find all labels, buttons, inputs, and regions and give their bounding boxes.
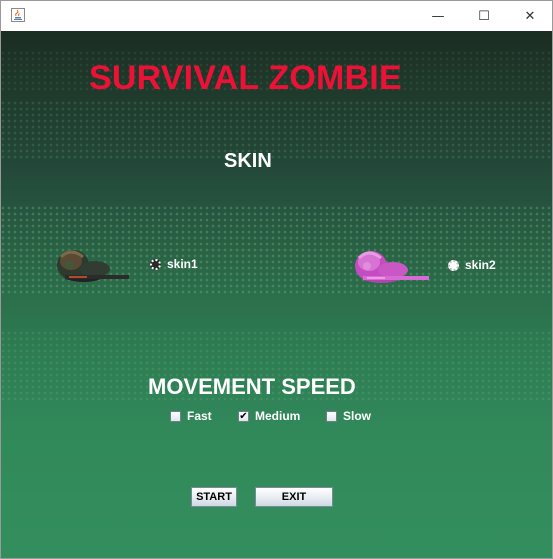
close-button[interactable]: ✕ [507, 1, 553, 31]
fast-checkbox[interactable]: Fast [170, 409, 212, 423]
java-cup-icon [11, 8, 25, 22]
radio-icon [150, 258, 161, 270]
start-button[interactable]: START [191, 487, 237, 507]
slow-label: Slow [343, 409, 372, 423]
skin1-radio[interactable]: skin1 [150, 257, 198, 271]
background-pattern [1, 101, 552, 161]
radio-selected-icon [448, 259, 459, 271]
checkbox-icon [326, 410, 337, 422]
close-icon: ✕ [524, 8, 536, 24]
fast-label: Fast [187, 409, 212, 423]
skin1-label: skin1 [167, 257, 198, 271]
movement-speed-heading: MOVEMENT SPEED [148, 374, 356, 399]
skin2-radio[interactable]: skin2 [448, 258, 496, 272]
slow-checkbox[interactable]: Slow [326, 409, 371, 423]
soldier-dark-icon [57, 250, 129, 282]
checkbox-checked-icon: ✔ [238, 410, 249, 422]
minimize-button[interactable]: — [415, 1, 461, 31]
medium-checkbox[interactable]: ✔ Medium [238, 409, 300, 423]
skin2-label: skin2 [465, 258, 496, 272]
medium-label: Medium [255, 409, 301, 423]
title-bar: — ☐ ✕ [1, 1, 552, 31]
soldier-pink-icon [355, 251, 429, 283]
checkbox-icon [170, 410, 181, 422]
game-window: — ☐ ✕ SURVIVAL ZOMBIE SKIN skin1 skin2 M… [0, 0, 553, 559]
maximize-icon: ☐ [478, 8, 490, 24]
exit-button[interactable]: EXIT [255, 487, 333, 507]
minimize-icon: — [431, 8, 445, 24]
maximize-button[interactable]: ☐ [461, 1, 507, 31]
game-title: SURVIVAL ZOMBIE [89, 59, 402, 97]
skin-heading: SKIN [224, 150, 272, 172]
game-menu-panel: SURVIVAL ZOMBIE SKIN skin1 skin2 MOVEMEN… [1, 31, 552, 558]
